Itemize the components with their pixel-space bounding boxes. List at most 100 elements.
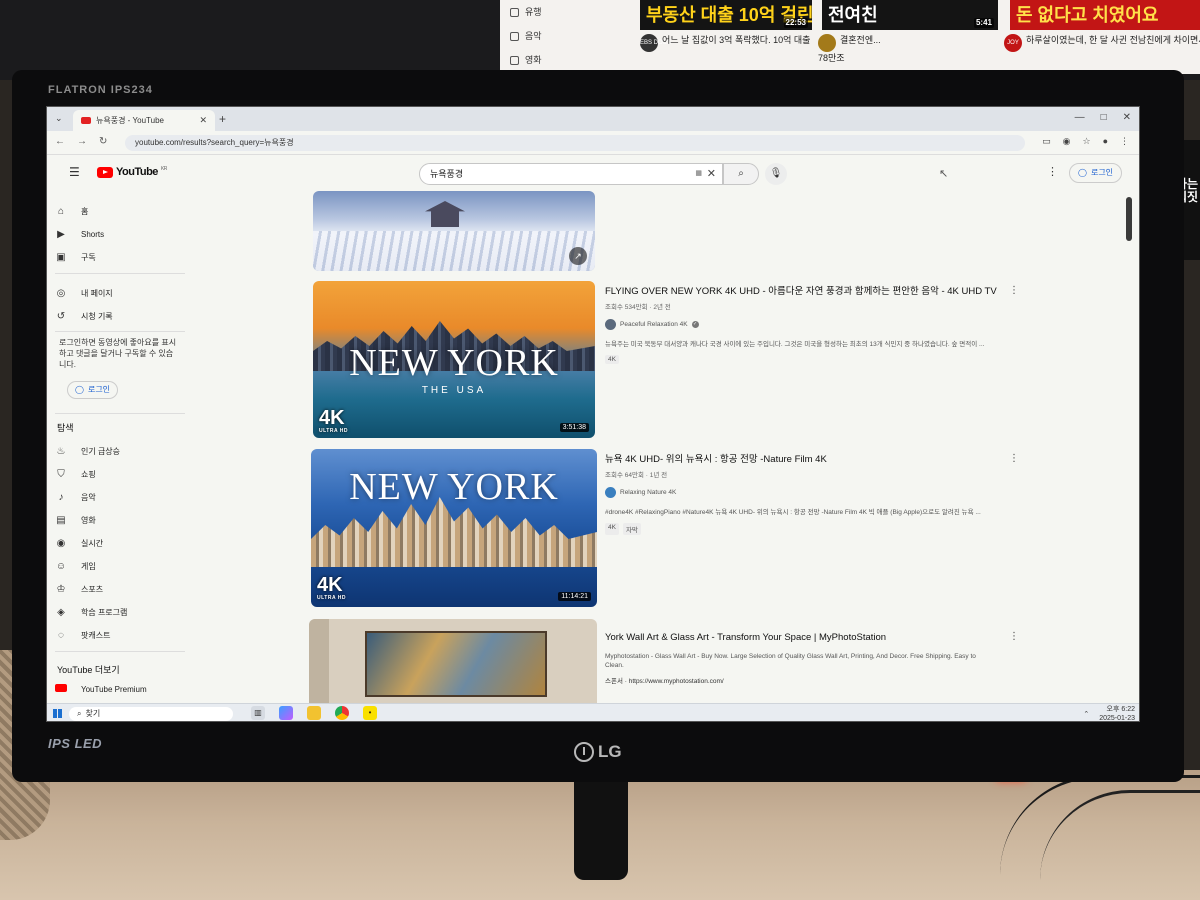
ad-thumbnail[interactable] <box>309 619 597 703</box>
profile-icon[interactable]: ● <box>1103 136 1108 147</box>
shelf-shape <box>309 619 329 703</box>
video-title[interactable]: FLYING OVER NEW YORK 4K UHD - 아름다운 자연 풍경… <box>605 285 1025 298</box>
browser-tab-active[interactable]: 뉴욕풍경 - YouTube ✕ <box>73 110 215 131</box>
youtube-logo-text: YouTube <box>116 166 158 178</box>
youtube-logo[interactable]: YouTube KR <box>97 166 167 178</box>
clear-search-icon[interactable]: ✕ <box>707 164 716 184</box>
video-tag: 4K <box>605 523 619 535</box>
monitor-logo-text: LG <box>598 742 622 761</box>
sidebar-item-learning[interactable]: ◈ 학습 프로그램 <box>55 602 127 622</box>
ad-title[interactable]: York Wall Art & Glass Art - Transform Yo… <box>605 631 1025 644</box>
share-icon[interactable]: ↗ <box>569 247 587 265</box>
video-thumbnail[interactable]: ↗ <box>313 191 595 271</box>
bookmark-star-icon[interactable]: ☆ <box>1082 136 1090 147</box>
temple-shape <box>425 201 465 227</box>
4k-badge-text: 4K <box>319 407 345 429</box>
video-thumbnail[interactable]: NEW YORK THE USA 4K ULTRA HD 3:51:38 <box>313 281 595 438</box>
region-code: KR <box>160 166 167 172</box>
sidebar-item-label: YouTube Premium <box>81 684 147 694</box>
channel-link[interactable]: Relaxing Nature 4K <box>605 487 1025 498</box>
minimize-button[interactable]: — <box>1075 112 1085 123</box>
lg-logo-icon <box>574 742 594 762</box>
eye-icon[interactable]: ◉ <box>1063 136 1071 147</box>
page-scrollbar[interactable] <box>1125 191 1133 703</box>
square-icon <box>510 31 519 41</box>
video-thumbnail[interactable]: NEW YORK 4K ULTRA HD 11:14:21 <box>311 449 597 607</box>
sidebar-item-label: 인기 급상승 <box>81 446 121 456</box>
clock[interactable]: 오후 6:22 2025-01-23 <box>1099 705 1135 721</box>
microphone-icon: 🎙 <box>769 168 783 179</box>
sidebar-item-home[interactable]: ⌂ 홈 <box>55 201 88 221</box>
task-view-icon[interactable]: ▥ <box>251 706 265 720</box>
close-window-button[interactable]: ✕ <box>1123 112 1131 123</box>
tray-chevron-icon[interactable]: ⌃ <box>1083 710 1089 719</box>
sidebar-item-shopping[interactable]: ⛉ 쇼핑 <box>55 464 95 484</box>
sidebar-item-premium[interactable]: YouTube Premium <box>55 679 147 699</box>
copilot-icon[interactable] <box>279 706 293 720</box>
sidebar-item-label: 학습 프로그램 <box>81 607 128 617</box>
kebab-menu-icon[interactable]: ⋮ <box>1120 136 1129 147</box>
sidebar-item-movies[interactable]: ▤ 영화 <box>55 510 95 530</box>
video-menu-kebab-icon[interactable]: ⋮ <box>1009 453 1019 464</box>
sidebar-login-button[interactable]: ◯ 로그인 <box>67 381 119 399</box>
kakaotalk-icon[interactable]: • <box>363 706 377 720</box>
sidebar-item-label: 음악 <box>81 492 96 502</box>
voice-search-button[interactable]: 🎙 <box>765 163 787 185</box>
video-description: 뉴욕주는 미국 북동부 대서양과 캐나다 국경 사이에 있는 주입니다. 그것은… <box>605 341 985 348</box>
paper-card-meta: JOY 하루살이였는데, 한 달 사귄 전남친에게 차이면서 ... <box>1004 34 1200 52</box>
paper-card-meta: EBS DOCS어느 날 집값이 3억 폭락했다. 10억 대출 받았던 가장 … <box>640 34 812 52</box>
toolbar-icons: ▭ ◉ ☆ ● ⋮ <box>1042 136 1129 147</box>
search-icon: ⌕ <box>77 709 82 718</box>
sponsored-label[interactable]: 스폰서 · https://www.myphotostation.com/ <box>605 675 1025 685</box>
sidebar-item-gaming[interactable]: ☺ 게임 <box>55 556 96 576</box>
ad-menu-kebab-icon[interactable]: ⋮ <box>1009 631 1019 642</box>
tab-search-chevron-icon[interactable]: ⌄ <box>55 113 63 124</box>
sidebar-item-live[interactable]: ◉ 실시간 <box>55 533 103 553</box>
4k-badge: 4K ULTRA HD <box>317 575 346 601</box>
cast-icon[interactable]: ▭ <box>1042 136 1051 147</box>
windows-start-icon[interactable] <box>53 709 62 718</box>
hamburger-menu-icon[interactable]: ☰ <box>69 165 80 179</box>
search-results: ↗ NEW YORK THE USA 4K ULTRA HD 3:51:38 FL… <box>309 191 1089 703</box>
login-button[interactable]: ◯ 로그인 <box>1069 163 1123 183</box>
search-input-value: 뉴욕풍경 <box>430 169 464 179</box>
paper-channel-badge: EBS DOCS <box>640 34 671 52</box>
search-button[interactable]: ⌕ <box>723 163 759 185</box>
sidebar-item-trending[interactable]: ♨ 인기 급상승 <box>55 441 121 461</box>
sidebar-item-shorts[interactable]: ▶ Shorts <box>55 224 104 244</box>
address-bar[interactable]: youtube.com/results?search_query=뉴욕풍경 <box>125 135 1025 151</box>
scrollbar-thumb[interactable] <box>1126 197 1132 241</box>
video-tag: 4K <box>605 355 619 364</box>
sidebar-item-sports[interactable]: ♔ 스포츠 <box>55 579 104 599</box>
reload-icon[interactable]: ↻ <box>99 136 107 147</box>
paper-sidebar-label: 유행 <box>525 7 542 17</box>
back-arrow-icon[interactable]: ← <box>55 136 65 147</box>
forward-arrow-icon[interactable]: → <box>77 136 87 147</box>
gaming-icon: ☺ <box>55 560 67 572</box>
sidebar-item-you[interactable]: ◎ 내 페이지 <box>55 283 113 303</box>
browser-tabbar: ⌄ 뉴욕풍경 - YouTube ✕ + — □ ✕ <box>47 107 1139 131</box>
video-result: FLYING OVER NEW YORK 4K UHD - 아름다운 자연 풍경… <box>605 285 1025 364</box>
thumbnail-title: NEW YORK <box>349 342 559 384</box>
sidebar-item-subscriptions[interactable]: ▣ 구독 <box>55 247 95 267</box>
video-title[interactable]: 뉴욕 4K UHD- 위의 뉴욕시 : 항공 전망 -Nature Film 4… <box>605 453 1025 466</box>
channel-link[interactable]: Peaceful Relaxation 4K ✓ <box>605 319 1025 330</box>
search-input[interactable]: 뉴욕풍경 ▦ ✕ <box>419 163 723 185</box>
keyboard-icon[interactable]: ▦ <box>695 164 702 184</box>
maximize-button[interactable]: □ <box>1101 112 1107 123</box>
file-explorer-icon[interactable] <box>307 706 321 720</box>
home-icon: ⌂ <box>57 205 65 217</box>
podcast-icon: ◌ <box>58 629 64 641</box>
taskbar-search[interactable]: ⌕ 찾기 <box>69 707 233 721</box>
sidebar-item-podcasts[interactable]: ◌ 팟캐스트 <box>55 625 110 645</box>
sidebar-item-history[interactable]: ↺ 시청 기록 <box>55 306 113 326</box>
paper-card-thumb-text: 전여친 <box>828 5 878 25</box>
chrome-icon[interactable] <box>335 706 349 720</box>
sidebar-item-music[interactable]: ♪ 음악 <box>55 487 96 507</box>
sidebar-divider <box>55 413 185 414</box>
tab-close-icon[interactable]: ✕ <box>199 115 207 126</box>
new-tab-button[interactable]: + <box>219 112 226 126</box>
windows-taskbar: ⌕ 찾기 ▥ • ⌃ 오후 6:22 2025-01-23 <box>47 703 1139 721</box>
video-menu-kebab-icon[interactable]: ⋮ <box>1009 285 1019 296</box>
settings-kebab-icon[interactable]: ⋮ <box>1047 165 1058 178</box>
